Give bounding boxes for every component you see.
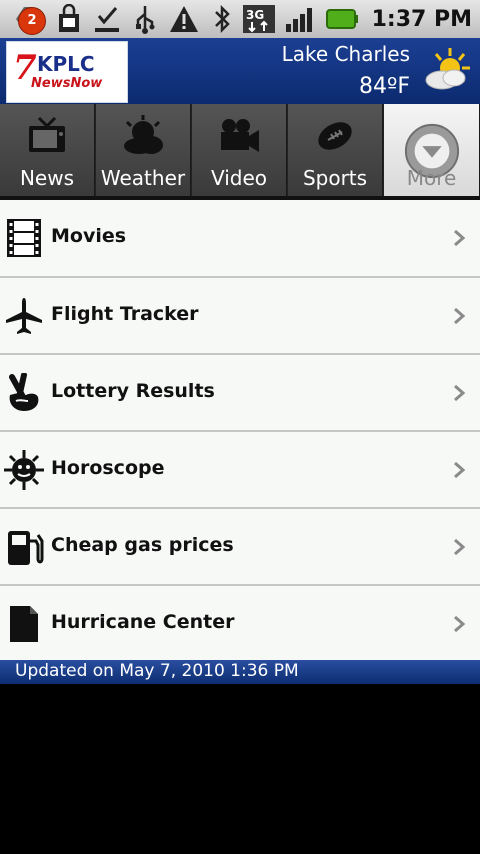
tab-label: News (19, 166, 75, 190)
chevron-right-icon (454, 461, 466, 479)
tab-label: Weather (100, 166, 186, 190)
list-item-cheap-gas-prices[interactable]: Cheap gas prices (0, 509, 480, 586)
battery-icon (325, 9, 358, 29)
chevron-right-icon (454, 229, 466, 247)
warning-icon (170, 6, 198, 32)
download-done-icon (95, 7, 119, 32)
chevron-right-icon (454, 538, 466, 556)
chevron-right-icon (454, 384, 466, 402)
chevron-right-icon (454, 307, 466, 325)
location-city[interactable]: Lake Charles (282, 42, 410, 66)
more-menu-list: Movies Flight Tracker Lottery Results Ho… (0, 200, 480, 663)
video-camera-icon (221, 119, 259, 152)
list-item-flight-tracker[interactable]: Flight Tracker (0, 278, 480, 355)
status-bar: 2 3G 1:37 PM (0, 0, 480, 38)
list-item-label: Horoscope (51, 457, 165, 479)
tab-video[interactable]: Video (192, 104, 287, 196)
film-icon (7, 219, 41, 257)
station-logo[interactable]: 7 KPLC NewsNow (6, 41, 128, 103)
signal-icon (285, 8, 312, 32)
logo-name: KPLC (37, 52, 95, 76)
list-item-horoscope[interactable]: Horoscope (0, 432, 480, 509)
logo-tagline: NewsNow (31, 76, 103, 91)
tab-sports[interactable]: Sports (288, 104, 383, 196)
shopping-bag-icon (59, 4, 79, 32)
chevron-right-icon (454, 615, 466, 633)
tab-label: Sports (302, 166, 368, 190)
tab-label: Video (210, 166, 268, 190)
list-item-hurricane-center[interactable]: Hurricane Center (0, 586, 480, 663)
tab-weather[interactable]: Weather (96, 104, 191, 196)
clock: 1:37 PM (371, 6, 472, 32)
list-item-lottery-results[interactable]: Lottery Results (0, 355, 480, 432)
partly-cloudy-icon[interactable] (420, 46, 472, 94)
list-item-movies[interactable]: Movies (0, 200, 480, 278)
football-icon (318, 122, 352, 150)
tab-news[interactable]: News (0, 104, 95, 196)
status-left: 2 (14, 3, 200, 35)
list-item-label: Cheap gas prices (51, 534, 234, 556)
status-right: 3G 1:37 PM (210, 3, 472, 35)
document-icon (10, 606, 38, 642)
app-header: 7 KPLC NewsNow Lake Charles 84ºF (0, 38, 480, 104)
sun-face-icon (4, 450, 44, 490)
list-item-label: Flight Tracker (51, 303, 199, 325)
network-3g-icon: 3G (242, 5, 275, 33)
notification-badge-icon[interactable]: 2 (14, 3, 46, 35)
airplane-icon (6, 298, 42, 334)
tab-bar: News Weather Video Sports More (0, 104, 480, 196)
crossed-fingers-icon (9, 373, 39, 411)
updated-footer: Updated on May 7, 2010 1:36 PM (0, 660, 480, 684)
list-item-label: Movies (51, 225, 127, 247)
usb-icon (136, 6, 155, 34)
gas-pump-icon (8, 531, 44, 565)
updated-timestamp: Updated on May 7, 2010 1:36 PM (15, 661, 299, 681)
cloud-sun-icon (124, 115, 163, 154)
current-temperature[interactable]: 84ºF (359, 74, 410, 99)
list-item-label: Lottery Results (51, 380, 215, 402)
tab-label: More (406, 166, 457, 190)
network-label: 3G (246, 8, 264, 22)
tab-more[interactable]: More (384, 104, 480, 196)
notification-count: 2 (18, 7, 46, 35)
bluetooth-icon (214, 4, 230, 34)
tv-icon (29, 116, 65, 152)
list-item-label: Hurricane Center (51, 611, 235, 633)
